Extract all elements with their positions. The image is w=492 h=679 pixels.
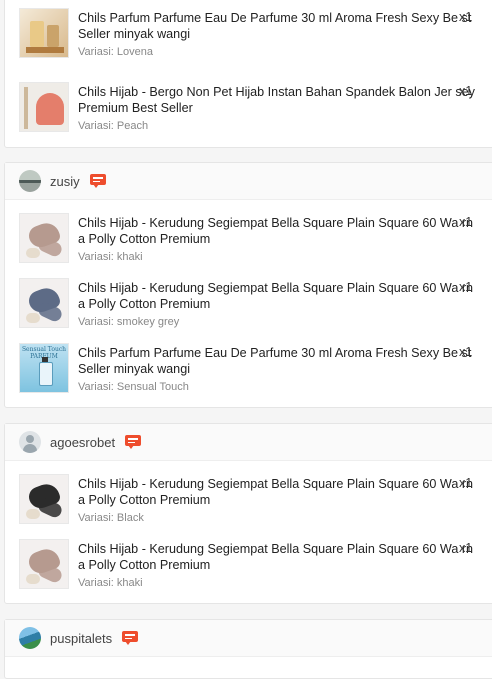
- parfum-icon: [39, 362, 53, 386]
- chat-icon[interactable]: [122, 631, 139, 645]
- order-card: puspitalets: [4, 619, 492, 679]
- buyer-header: zusiy: [5, 163, 492, 200]
- product-variant: Variasi: smokey grey: [78, 316, 180, 328]
- buyer-header: agoesrobet: [5, 424, 492, 461]
- product-variant: Variasi: Peach: [78, 120, 149, 132]
- order-item[interactable]: Chils Parfum Parfume Eau De Parfume 30 m…: [19, 8, 492, 66]
- product-title[interactable]: Chils Parfum Parfume Eau De Parfume 30 m…: [78, 345, 476, 377]
- product-quantity: x1: [459, 280, 473, 294]
- product-variant: Variasi: Black: [78, 512, 144, 524]
- order-item[interactable]: Sensual Touch PARFUM Chils Parfum Parfum…: [19, 343, 492, 401]
- product-quantity: x1: [459, 476, 473, 490]
- product-title[interactable]: Chils Hijab - Kerudung Segiempat Bella S…: [78, 215, 476, 247]
- product-thumbnail[interactable]: [19, 278, 69, 328]
- product-thumbnail[interactable]: [19, 474, 69, 524]
- product-variant: Variasi: khaki: [78, 251, 143, 263]
- product-title[interactable]: Chils Hijab - Kerudung Segiempat Bella S…: [78, 476, 476, 508]
- order-card: zusiy Chils Hijab - Kerudung Segiempat B…: [4, 162, 492, 408]
- buyer-header: puspitalets: [5, 620, 492, 657]
- hijab-icon: [36, 93, 64, 125]
- product-thumbnail[interactable]: Sensual Touch PARFUM: [19, 343, 69, 393]
- product-title[interactable]: Chils Hijab - Kerudung Segiempat Bella S…: [78, 280, 476, 312]
- order-item[interactable]: Chils Hijab - Kerudung Segiempat Bella S…: [19, 474, 492, 532]
- product-quantity: x1: [459, 215, 473, 229]
- product-variant: Variasi: Sensual Touch: [78, 381, 189, 393]
- product-variant: Variasi: khaki: [78, 577, 143, 589]
- chat-icon[interactable]: [89, 174, 106, 188]
- parfum-icon: [30, 21, 44, 47]
- order-item[interactable]: Chils Hijab - Bergo Non Pet Hijab Instan…: [19, 82, 492, 140]
- product-variant: Variasi: Lovena: [78, 46, 154, 58]
- product-quantity: x1: [459, 541, 473, 555]
- product-thumbnail[interactable]: [19, 539, 69, 589]
- avatar-icon[interactable]: [19, 627, 41, 649]
- chat-icon[interactable]: [125, 435, 142, 449]
- product-quantity: x1: [459, 84, 473, 98]
- buyer-username[interactable]: puspitalets: [50, 631, 112, 646]
- order-item[interactable]: Chils Hijab - Kerudung Segiempat Bella S…: [19, 278, 492, 336]
- product-quantity: x1: [459, 10, 473, 24]
- avatar-icon[interactable]: [19, 431, 41, 453]
- buyer-username[interactable]: zusiy: [50, 174, 80, 189]
- avatar-icon[interactable]: [19, 170, 41, 192]
- order-card: Chils Parfum Parfume Eau De Parfume 30 m…: [4, 0, 492, 148]
- product-thumbnail[interactable]: [19, 82, 69, 132]
- product-title[interactable]: Chils Parfum Parfume Eau De Parfume 30 m…: [78, 10, 476, 42]
- product-thumbnail[interactable]: [19, 8, 69, 58]
- product-title[interactable]: Chils Hijab - Bergo Non Pet Hijab Instan…: [78, 84, 476, 116]
- product-quantity: x1: [459, 345, 473, 359]
- order-card: agoesrobet Chils Hijab - Kerudung Segiem…: [4, 423, 492, 604]
- order-item[interactable]: Chils Hijab - Kerudung Segiempat Bella S…: [19, 213, 492, 271]
- order-item[interactable]: Chils Hijab - Kerudung Segiempat Bella S…: [19, 539, 492, 597]
- product-title[interactable]: Chils Hijab - Kerudung Segiempat Bella S…: [78, 541, 476, 573]
- product-thumbnail[interactable]: [19, 213, 69, 263]
- buyer-username[interactable]: agoesrobet: [50, 435, 115, 450]
